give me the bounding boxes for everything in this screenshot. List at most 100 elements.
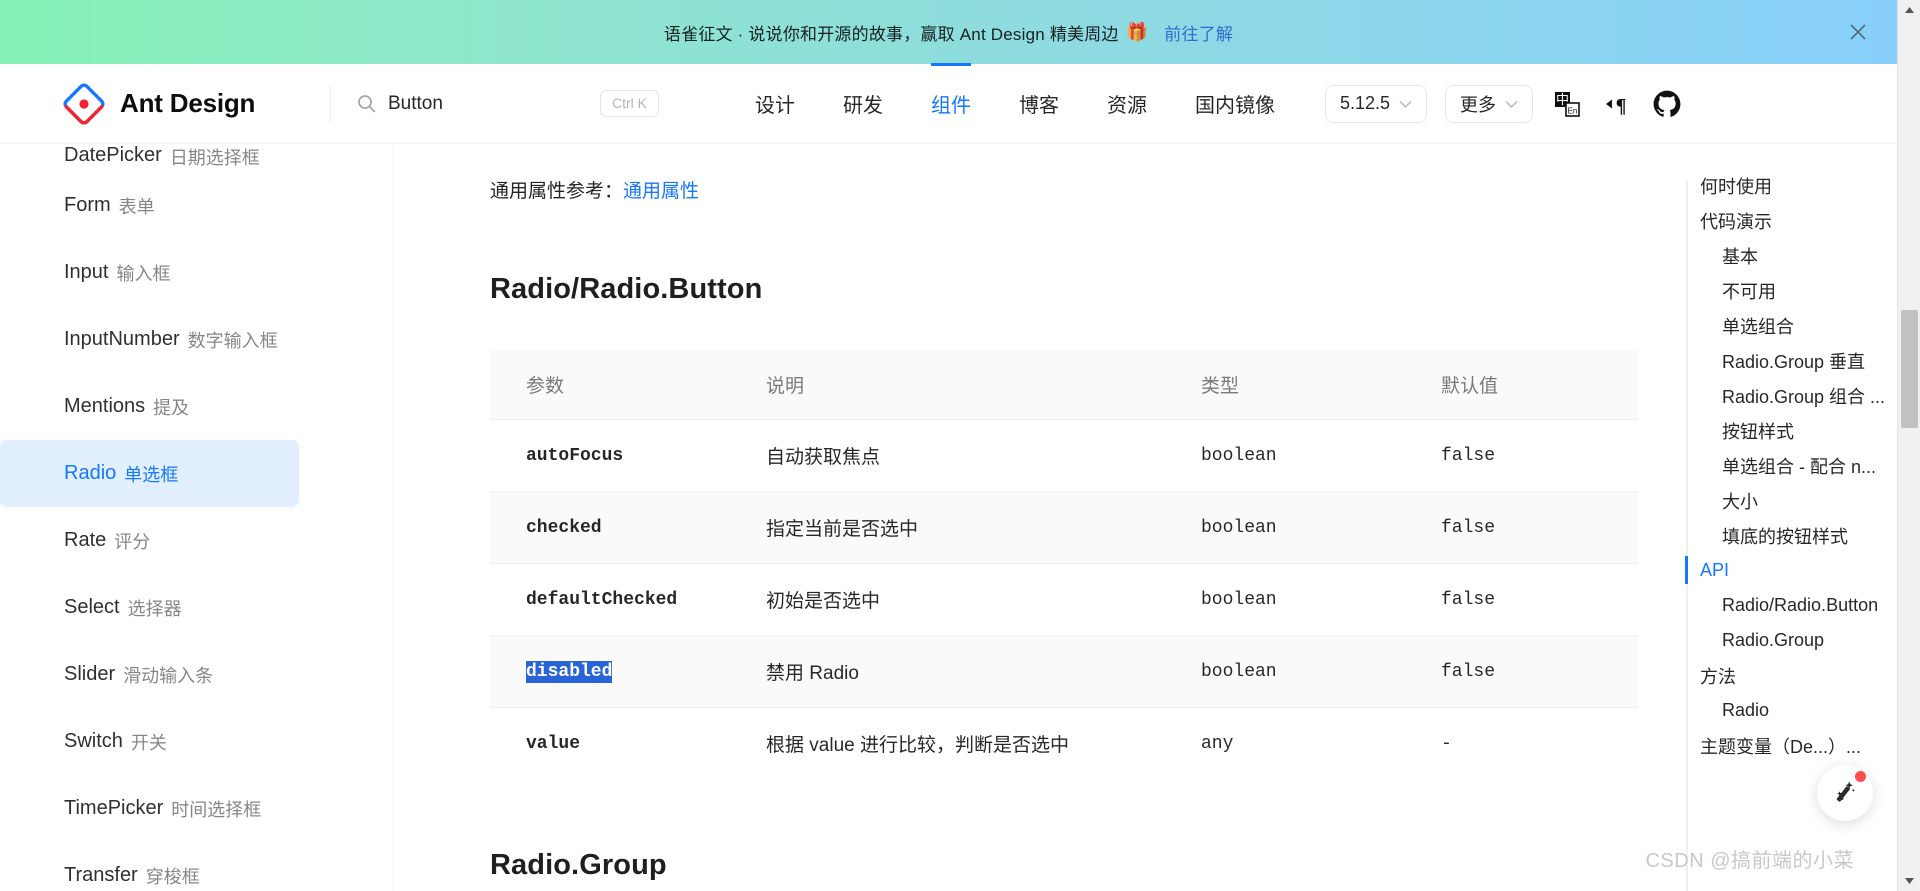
documentation-content: 通用属性参考：通用属性 Radio/Radio.Button 参数 说明 类型 … — [394, 144, 1664, 891]
github-icon[interactable] — [1651, 88, 1683, 120]
sidebar-item-input[interactable]: Input 输入框 — [0, 239, 299, 306]
common-props-link[interactable]: 通用属性 — [623, 181, 699, 202]
header-actions: 5.12.5 更多 中 En ¶ — [1325, 84, 1683, 123]
cell-type: boolean — [1165, 635, 1405, 708]
toc-item-radio-group[interactable]: 单选组合 — [1664, 308, 1897, 343]
table-body: autoFocus 自动获取焦点 boolean false checked 指… — [490, 419, 1638, 780]
sidebar-item-label-cn: 单选框 — [124, 464, 179, 485]
toc-item-button-style[interactable]: 按钮样式 — [1664, 413, 1897, 448]
table-head: 参数 说明 类型 默认值 — [490, 350, 1638, 420]
search-input[interactable] — [388, 92, 588, 115]
toc-item-api[interactable]: API — [1664, 553, 1897, 588]
magic-wand-fab-button[interactable] — [1817, 765, 1873, 821]
cell-param: autoFocus — [490, 419, 730, 492]
sidebar-item-slider[interactable]: Slider 滑动输入条 — [0, 641, 299, 708]
search-icon — [357, 94, 376, 113]
direction-rtl-icon[interactable]: ¶ — [1601, 88, 1633, 120]
cell-desc: 根据 value 进行比较，判断是否选中 — [766, 735, 1069, 756]
more-menu-button[interactable]: 更多 — [1445, 84, 1534, 123]
nav-item-blog[interactable]: 博客 — [995, 64, 1083, 143]
toc-item-radio-group-with-name[interactable]: 单选组合 - 配合 n... — [1664, 448, 1897, 483]
sidebar-item-label-cn: 滑动输入条 — [123, 665, 214, 686]
nav-item-mirror[interactable]: 国内镜像 — [1171, 64, 1299, 143]
sidebar-item-radio[interactable]: Radio 单选框 — [0, 440, 299, 507]
sidebar-item-switch[interactable]: Switch 开关 — [0, 708, 299, 775]
toc-item-basic[interactable]: 基本 — [1664, 238, 1897, 273]
cell-desc: 指定当前是否选中 — [730, 491, 1165, 564]
language-switch-icon[interactable]: 中 En — [1551, 88, 1583, 120]
sidebar-item-datepicker[interactable]: DatePicker 日期选择框 — [0, 144, 299, 172]
column-header-desc: 说明 — [730, 350, 1165, 420]
ant-design-logo-icon — [62, 82, 106, 126]
nav-item-components[interactable]: 组件 — [907, 63, 995, 143]
chevron-down-icon — [1399, 93, 1412, 114]
gift-icon: 🎁 — [1125, 21, 1149, 42]
nav-item-design[interactable]: 设计 — [731, 64, 819, 143]
toc-item-examples[interactable]: 代码演示 — [1664, 203, 1897, 238]
cell-default: false — [1405, 635, 1638, 708]
common-props-paragraph: 通用属性参考：通用属性 — [490, 176, 1664, 203]
api-props-table: 参数 说明 类型 默认值 autoFocus 自动获取焦点 boolean fa… — [490, 350, 1638, 779]
search-shortcut-badge: Ctrl K — [600, 89, 659, 118]
search-box[interactable]: Ctrl K — [331, 64, 701, 143]
sidebar-item-label-cn: 选择器 — [127, 598, 182, 619]
promo-banner-content: 语雀征文 · 说说你和开源的故事，赢取 Ant Design 精美周边 🎁 前往… — [664, 20, 1233, 45]
cell-type: any — [1201, 733, 1234, 754]
close-icon[interactable] — [1847, 21, 1869, 43]
toc-item-radio-group-combined[interactable]: Radio.Group 组合 ... — [1664, 378, 1897, 413]
toc-item-radio-group-api[interactable]: Radio.Group — [1664, 623, 1897, 658]
cell-desc: 自动获取焦点 — [730, 419, 1165, 492]
sidebar-item-transfer[interactable]: Transfer 穿梭框 — [0, 842, 299, 891]
sidebar-item-rate[interactable]: Rate 评分 — [0, 507, 299, 574]
sidebar-item-mentions[interactable]: Mentions 提及 — [0, 373, 299, 440]
sidebar-item-label-cn: 提及 — [153, 397, 190, 418]
cell-param: checked — [490, 491, 730, 564]
scrollbar-thumb[interactable] — [1901, 310, 1918, 428]
scroll-up-arrow-icon[interactable] — [1898, 0, 1920, 20]
cell-default: false — [1405, 491, 1638, 564]
cell-desc: 禁用 Radio — [730, 635, 1165, 708]
sidebar-item-label-cn: 开关 — [130, 732, 167, 753]
toc-item-solid-button-style[interactable]: 填底的按钮样式 — [1664, 518, 1897, 553]
toc-item-radio-radio-button[interactable]: Radio/Radio.Button — [1664, 588, 1897, 623]
sidebar-item-form[interactable]: Form 表单 — [0, 172, 299, 239]
table-row: value 根据 value 进行比较，判断是否选中 any - — [490, 708, 1638, 780]
sidebar-item-label-cn: 日期选择框 — [169, 148, 260, 168]
components-sidebar[interactable]: DatePicker 日期选择框 Form 表单 Input 输入框 Input… — [0, 144, 394, 891]
sidebar-item-label-cn: 数字输入框 — [187, 330, 278, 351]
column-header-type: 类型 — [1165, 350, 1405, 420]
common-props-prefix: 通用属性参考： — [490, 181, 624, 202]
primary-nav: 设计 研发 组件 博客 资源 国内镜像 — [731, 63, 1299, 143]
sidebar-item-label: Select — [64, 596, 120, 618]
cell-type: boolean — [1165, 563, 1405, 636]
sidebar-item-label: Rate — [64, 529, 107, 551]
sidebar-item-select[interactable]: Select 选择器 — [0, 574, 299, 641]
toc-item-radio-group-vertical[interactable]: Radio.Group 垂直 — [1664, 343, 1897, 378]
version-selector-label: 5.12.5 — [1340, 93, 1391, 113]
toc-item-disabled[interactable]: 不可用 — [1664, 273, 1897, 308]
toc-item-methods[interactable]: 方法 — [1664, 658, 1897, 693]
sidebar-item-inputnumber[interactable]: InputNumber 数字输入框 — [0, 306, 299, 373]
version-selector[interactable]: 5.12.5 — [1325, 84, 1428, 123]
promo-banner[interactable]: 语雀征文 · 说说你和开源的故事，赢取 Ant Design 精美周边 🎁 前往… — [0, 0, 1897, 64]
cell-param: defaultChecked — [490, 563, 730, 636]
sidebar-item-timepicker[interactable]: TimePicker 时间选择框 — [0, 775, 299, 842]
logo-block[interactable]: Ant Design — [0, 82, 330, 126]
toc-item-theme-variables[interactable]: 主题变量（De...）... — [1664, 728, 1897, 763]
toc-item-size[interactable]: 大小 — [1664, 483, 1897, 518]
sidebar-item-label: Mentions — [64, 395, 146, 417]
toc-item-when-to-use[interactable]: 何时使用 — [1664, 168, 1897, 203]
promo-banner-link[interactable]: 前往了解 — [1164, 20, 1233, 45]
sidebar-item-label-cn: 输入框 — [116, 263, 171, 284]
site-header: Ant Design Ctrl K 设计 研发 组件 博客 资源 国内镜像 5.… — [0, 63, 1897, 144]
magic-wand-icon — [1830, 776, 1860, 811]
toc-item-radio-method[interactable]: Radio — [1664, 693, 1897, 728]
scroll-down-arrow-icon[interactable] — [1898, 871, 1920, 891]
browser-scrollbar[interactable] — [1897, 0, 1920, 891]
cell-param: value — [526, 733, 581, 754]
cell-default: - — [1441, 733, 1452, 754]
selected-text-highlight: disabled — [526, 660, 613, 683]
nav-item-develop[interactable]: 研发 — [819, 64, 907, 143]
column-header-default: 默认值 — [1405, 350, 1638, 420]
nav-item-resources[interactable]: 资源 — [1083, 64, 1171, 143]
